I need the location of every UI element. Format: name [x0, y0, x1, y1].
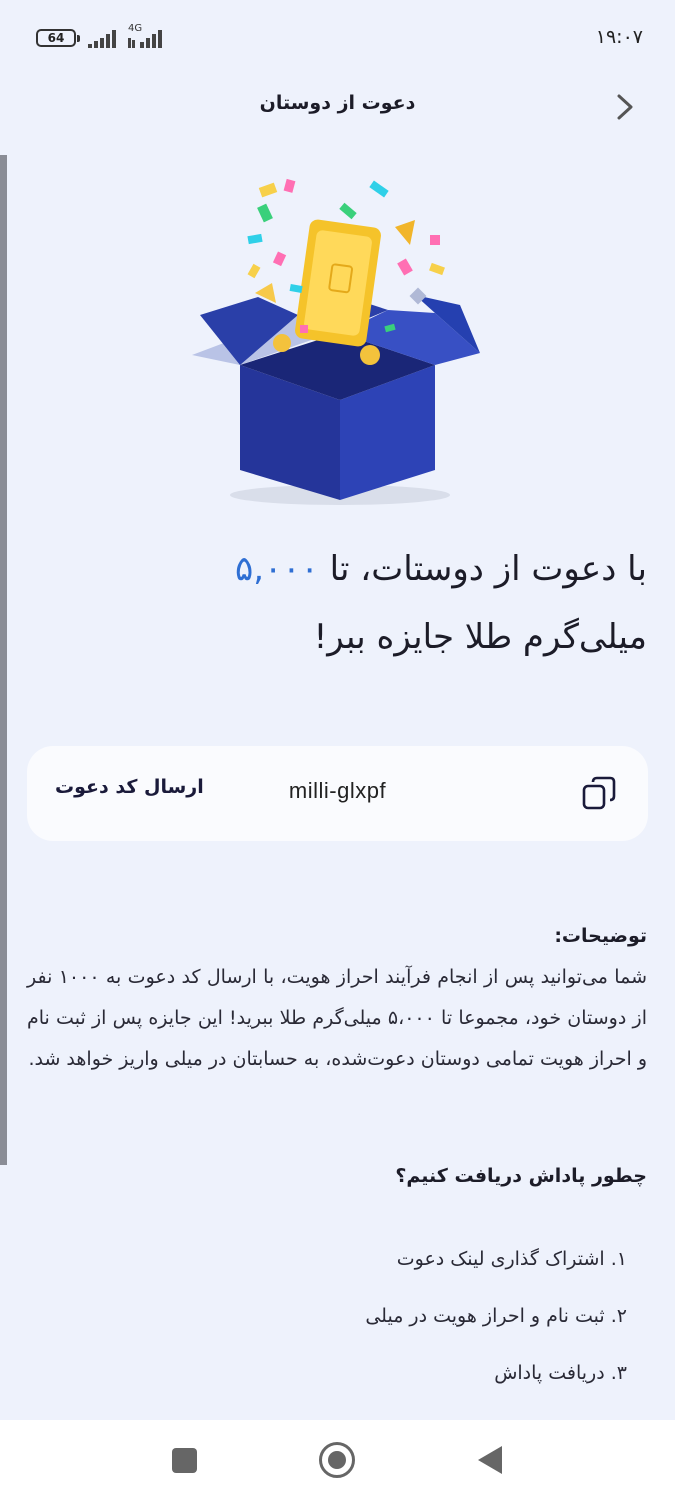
- headline-part2: میلی‌گرم طلا جایزه ببر!: [313, 617, 647, 657]
- gift-box-illustration: [192, 178, 480, 505]
- top-header: دعوت از دوستان: [0, 70, 675, 140]
- headline-amount: ۵,۰۰۰: [234, 549, 319, 589]
- status-time: ۱۹:۰۷: [595, 26, 643, 48]
- back-icon[interactable]: [478, 1446, 502, 1474]
- chevron-right-icon[interactable]: [613, 92, 639, 122]
- home-icon[interactable]: [319, 1442, 355, 1478]
- signal-icon: [88, 30, 116, 48]
- how-to-get-reward-title: چطور پاداش دریافت کنیم؟: [395, 1165, 647, 1187]
- step-item: ۳. دریافت پاداش: [494, 1362, 627, 1384]
- signal-icon-2: [128, 30, 162, 48]
- recent-apps-icon[interactable]: [172, 1448, 197, 1473]
- page-title: دعوت از دوستان: [259, 92, 416, 114]
- steps-list: ۱. اشتراک گذاری لینک دعوت ۲. ثبت نام و ا…: [365, 1235, 627, 1406]
- description-body: شما می‌توانید پس از انجام فرآیند احراز ه…: [27, 966, 647, 1070]
- system-nav-bar: [0, 1420, 675, 1500]
- step-item: ۲. ثبت نام و احراز هویت در میلی: [365, 1305, 627, 1327]
- description-title: توضیحات:: [554, 925, 647, 947]
- reward-headline: با دعوت از دوستات، تا ۵,۰۰۰ میلی‌گرم طلا…: [27, 535, 647, 671]
- send-invite-code-button[interactable]: ارسال کد دعوت: [55, 776, 204, 798]
- battery-icon: 64: [36, 29, 80, 47]
- description-section: توضیحات: شما می‌توانید پس از انجام فرآین…: [27, 915, 647, 1080]
- headline-part1: با دعوت از دوستات، تا: [318, 549, 647, 589]
- scroll-indicator: [0, 155, 7, 1165]
- invite-code-card: milli-glxpf ارسال کد دعوت: [27, 746, 648, 841]
- step-item: ۱. اشتراک گذاری لینک دعوت: [396, 1248, 627, 1270]
- status-bar: 64 4G ۱۹:۰۷: [0, 0, 675, 70]
